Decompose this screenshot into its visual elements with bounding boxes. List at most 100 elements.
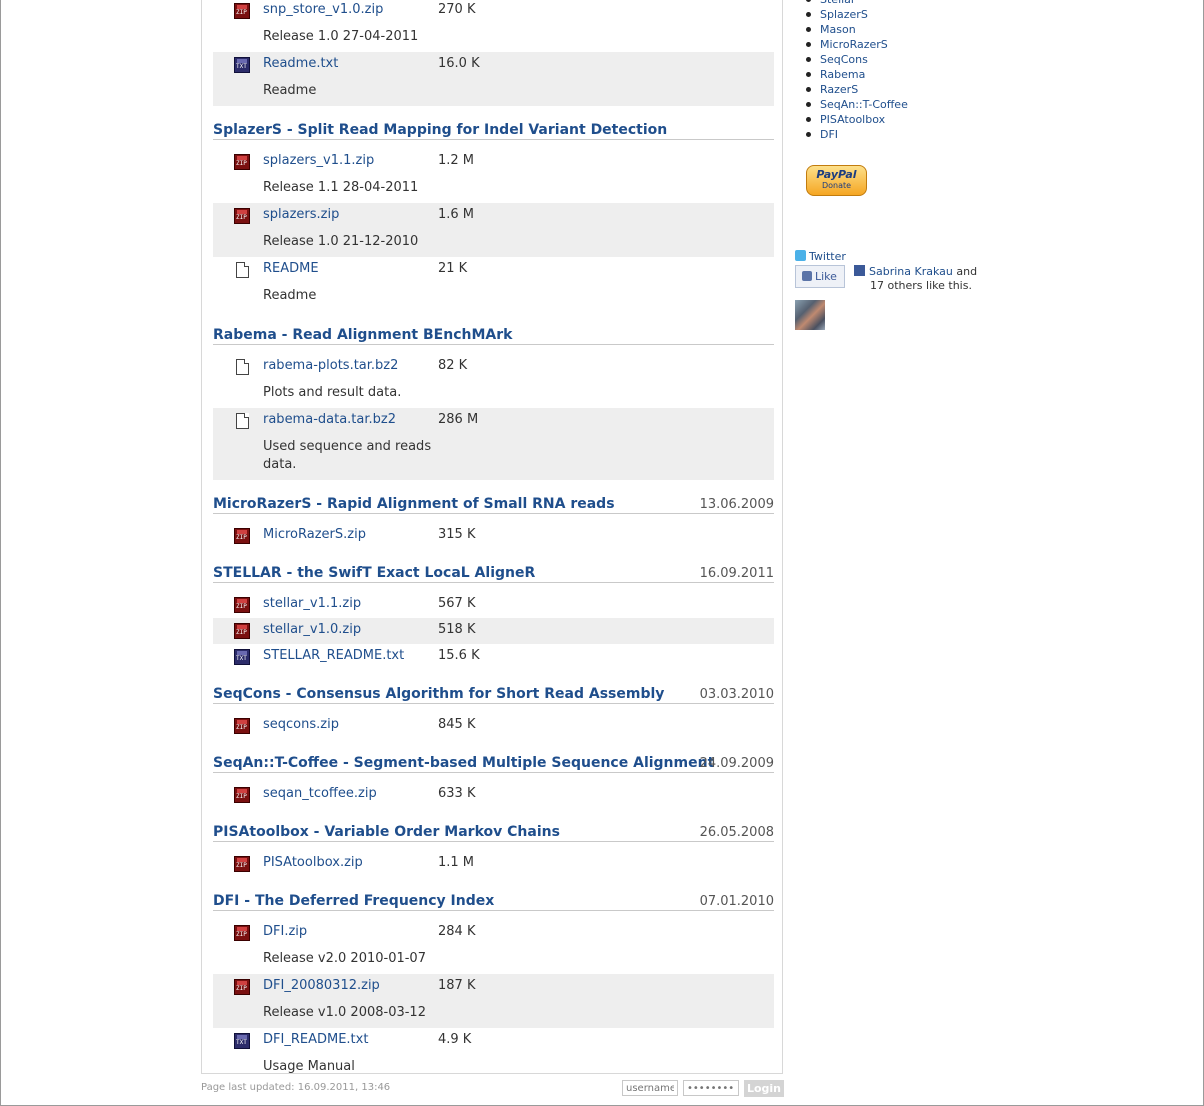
file-download-link[interactable]: seqcons.zip — [263, 717, 339, 732]
login-button[interactable]: Login — [744, 1080, 784, 1097]
file-size: 270 K — [438, 2, 476, 17]
file-download-link[interactable]: splazers_v1.1.zip — [263, 153, 374, 168]
file-row: TXT DFI_README.txt 4.9 K Usage Manual — [213, 1028, 774, 1082]
zip-file-icon: ZIP — [234, 718, 250, 734]
sidebar-link-razers[interactable]: RazerS — [806, 82, 908, 97]
zip-file-icon: ZIP — [234, 623, 250, 639]
facebook-like-button[interactable]: Like — [795, 265, 845, 288]
file-line: ZIP stellar_v1.0.zip 518 K — [213, 618, 774, 644]
zip-file-icon: ZIP — [234, 528, 250, 544]
file-size: 187 K — [438, 978, 476, 993]
icon-label: ZIP — [236, 214, 247, 221]
sidebar-link-microrazers[interactable]: MicroRazerS — [806, 37, 908, 52]
icon-label: ZIP — [236, 862, 247, 869]
donate-label: Donate — [821, 181, 852, 190]
file-description: Release 1.0 27-04-2011 — [263, 29, 419, 44]
icon-label: ZIP — [236, 629, 247, 636]
file-row: ZIP DFI_20080312.zip 187 K Release v1.0 200… — [213, 974, 774, 1028]
file-description: Release v2.0 2010-01-07 — [263, 951, 426, 966]
section-header: SeqAn::T-Coffee - Segment-based Multiple… — [213, 739, 774, 773]
file-size: 286 M — [438, 412, 479, 427]
file-size: 15.6 K — [438, 648, 480, 663]
sidebar-link-pisatoolbox[interactable]: PISAtoolbox — [806, 112, 908, 127]
sidebar-link-mason[interactable]: Mason — [806, 22, 908, 37]
thumbs-up-icon — [802, 271, 812, 281]
file-row: TXT STELLAR_README.txt 15.6 K — [213, 644, 774, 670]
file-description: Readme — [263, 288, 317, 303]
file-download-link[interactable]: seqan_tcoffee.zip — [263, 786, 377, 801]
file-download-link[interactable]: splazers.zip — [263, 207, 339, 222]
password-input[interactable] — [683, 1080, 739, 1096]
file-download-link[interactable]: DFI_20080312.zip — [263, 978, 380, 993]
page-footer: Page last updated: 16.09.2011, 13:46 Log… — [201, 1080, 784, 1098]
section-divider — [213, 772, 774, 773]
section-divider — [213, 703, 774, 704]
facebook-and-text: and — [952, 265, 978, 278]
text-file-icon: TXT — [234, 649, 250, 665]
section-title-link[interactable]: MicroRazerS - Rapid Alignment of Small R… — [213, 496, 615, 512]
section-header: DFI - The Deferred Frequency Index 07.01.… — [213, 877, 774, 911]
file-line: README 21 K — [213, 257, 774, 283]
sidebar-link-rabema[interactable]: Rabema — [806, 67, 908, 82]
sidebar-link-seqcons[interactable]: SeqCons — [806, 52, 908, 67]
facebook-social-text: Sabrina Krakau and 17 others like this. — [854, 265, 977, 293]
file-download-link[interactable]: PISAtoolbox.zip — [263, 855, 363, 870]
file-description: Usage Manual — [263, 1059, 355, 1074]
file-download-link[interactable]: DFI_README.txt — [263, 1032, 368, 1047]
facebook-others-text: 17 others like this. — [870, 279, 972, 292]
twitter-link[interactable]: Twitter — [795, 250, 846, 263]
file-download-link[interactable]: rabema-data.tar.bz2 — [263, 412, 396, 427]
file-download-link[interactable]: STELLAR_README.txt — [263, 648, 404, 663]
section-date: 16.09.2011 — [699, 566, 774, 581]
sidebar-link-splazers[interactable]: SplazerS — [806, 7, 908, 22]
file-size: 16.0 K — [438, 56, 480, 71]
file-description: Release 1.1 28-04-2011 — [263, 180, 419, 195]
file-line: ZIP splazers.zip 1.6 M — [213, 203, 774, 229]
username-input[interactable] — [622, 1080, 678, 1096]
file-row: rabema-data.tar.bz2 286 M Used sequence an… — [213, 408, 774, 480]
section-title-link[interactable]: Rabema - Read Alignment BEnchMArk — [213, 327, 512, 343]
section-date: 03.03.2010 — [699, 687, 774, 702]
section-divider — [213, 139, 774, 140]
file-download-link[interactable]: stellar_v1.0.zip — [263, 622, 361, 637]
icon-label: ZIP — [236, 9, 247, 16]
section-title-link[interactable]: DFI - The Deferred Frequency Index — [213, 893, 494, 909]
like-label: Like — [815, 270, 837, 283]
icon-label: ZIP — [236, 160, 247, 167]
section-title-link[interactable]: PISAtoolbox - Variable Order Markov Chai… — [213, 824, 560, 840]
file-description: Used sequence and reads data. — [263, 439, 432, 472]
file-description: Readme — [263, 83, 317, 98]
file-download-link[interactable]: rabema-plots.tar.bz2 — [263, 358, 398, 373]
icon-label: ZIP — [236, 793, 247, 800]
facebook-avatar[interactable] — [795, 300, 825, 330]
paypal-donate-button[interactable]: PayPal Donate — [806, 165, 867, 196]
text-file-icon: TXT — [234, 1033, 250, 1049]
file-download-link[interactable]: MicroRazerS.zip — [263, 527, 366, 542]
facebook-friend-link[interactable]: Sabrina Krakau — [869, 265, 953, 278]
sidebar-link-stellar[interactable]: Stellar — [806, 0, 908, 7]
section-date: 13.06.2009 — [699, 497, 774, 512]
file-row: ZIP PISAtoolbox.zip 1.1 M — [213, 851, 774, 877]
file-download-link[interactable]: Readme.txt — [263, 56, 338, 71]
window-border-left — [0, 0, 1, 1106]
file-download-link[interactable]: README — [263, 261, 319, 276]
section-title-link[interactable]: STELLAR - the SwifT Exact LocaL AligneR — [213, 565, 535, 581]
file-download-link[interactable]: snp_store_v1.0.zip — [263, 2, 383, 17]
sidebar-link-seqan-t-coffee[interactable]: SeqAn::T-Coffee — [806, 97, 908, 112]
section-title-link[interactable]: SeqAn::T-Coffee - Segment-based Multiple… — [213, 755, 714, 771]
file-download-link[interactable]: DFI.zip — [263, 924, 307, 939]
section-title-link[interactable]: SeqCons - Consensus Algorithm for Short … — [213, 686, 664, 702]
file-row: ZIP DFI.zip 284 K Release v2.0 2010-01-07 — [213, 920, 774, 974]
section-header: PISAtoolbox - Variable Order Markov Chai… — [213, 808, 774, 842]
zip-file-icon: ZIP — [234, 597, 250, 613]
twitter-label: Twitter — [809, 250, 846, 263]
sidebar-link-dfi[interactable]: DFI — [806, 127, 908, 142]
section-title-link[interactable]: SplazerS - Split Read Mapping for Indel … — [213, 122, 667, 138]
file-download-link[interactable]: stellar_v1.1.zip — [263, 596, 361, 611]
icon-label: TXT — [236, 655, 247, 662]
section-header: SplazerS - Split Read Mapping for Indel … — [213, 106, 774, 140]
